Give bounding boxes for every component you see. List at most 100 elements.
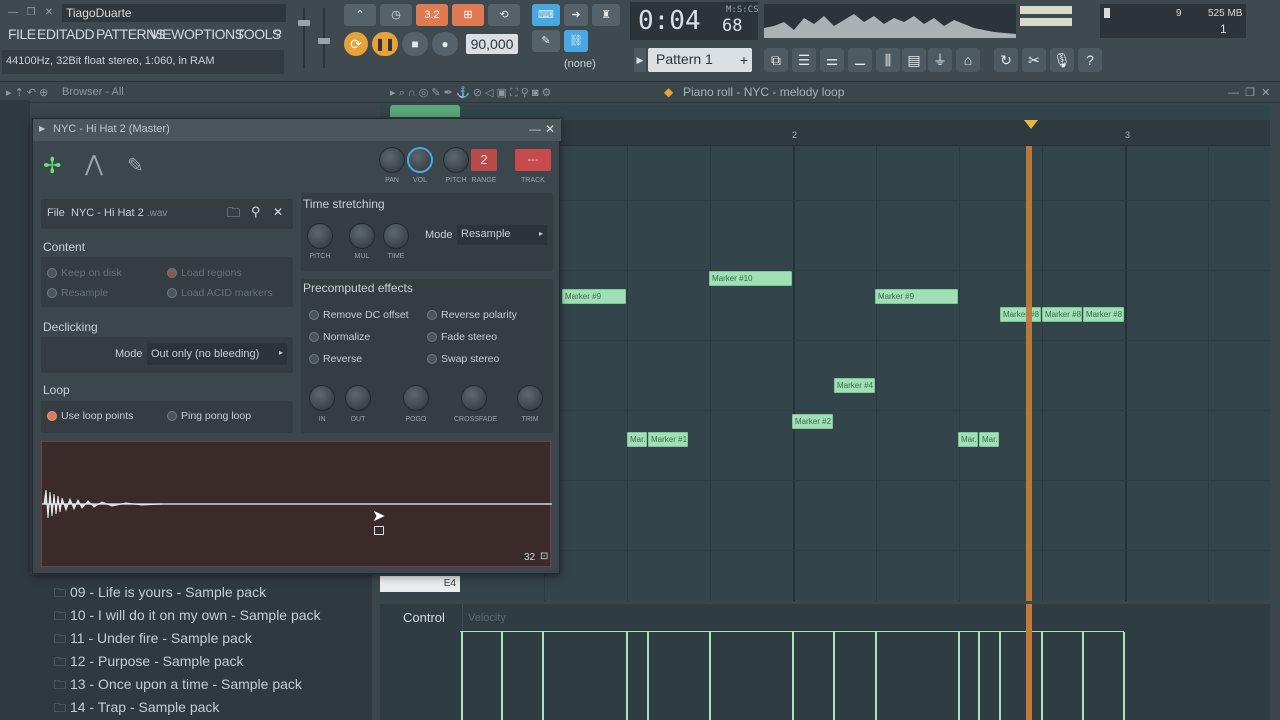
keep-on-disk-option[interactable]: Keep on disk [47,267,122,279]
pattern-song-toggle-icon[interactable]: ⟳ [344,32,368,56]
zoom-value[interactable]: 32 [524,552,535,563]
note-mar-b[interactable]: Mar. [958,432,978,447]
menu-view[interactable]: VIEW [150,26,184,44]
note-marker-8c[interactable]: Marker #8 [1083,307,1124,322]
note-marker-4[interactable]: Marker #4 [834,378,875,393]
piano-roll-tools-icons[interactable]: ▸ ⌕ ∩ ◎ ✎ ✒ ⚓ ⊘ ◁ ▣ ⛶ ⚲ ◙ ⚙ [390,86,551,100]
note-marker-2[interactable]: Marker #2 [792,414,833,429]
menu-options[interactable]: OPTIONS [184,26,244,44]
velocity-label[interactable]: Velocity [468,612,506,624]
velocity-bar[interactable] [1123,632,1125,720]
link-icon[interactable]: ⛓ [564,30,588,52]
in-knob[interactable] [309,385,335,411]
microphone-icon[interactable]: 🎙 [1050,48,1074,72]
master-pitch-slider[interactable] [318,8,330,68]
ts-pitch-knob[interactable] [307,223,333,249]
ts-time-knob[interactable] [383,223,409,249]
trim-knob[interactable] [517,385,543,411]
playhead[interactable] [1026,146,1032,601]
render-icon[interactable]: ✂ [1022,48,1046,72]
file-name[interactable]: NYC - Hi Hat 2 .wav [71,207,167,219]
velocity-bar[interactable] [709,632,711,720]
velocity-bar[interactable] [875,632,877,720]
help-icon[interactable]: ? [1078,48,1102,72]
velocity-bar[interactable] [792,632,794,720]
load-regions-option[interactable]: Load regions [167,267,242,279]
plugin-icon[interactable]: ⏚ [928,48,952,72]
metronome-icon[interactable]: ⌃ [344,4,376,26]
velocity-bar[interactable] [958,632,960,720]
menu-file[interactable]: FILE [8,26,36,44]
restore-icon[interactable]: ❐ [24,6,38,20]
close-icon[interactable]: ✕ [42,6,56,20]
loop-record-icon[interactable]: ⟲ [488,4,520,26]
sample-settings-window[interactable]: NYC - Hi Hat 2 (Master) ▶ — ✕ ✢ ⋀ ✎ PAN … [32,118,561,574]
browser-item-11[interactable]: 🗀 11 - Under fire - Sample pack [54,630,252,651]
note-marker-8a[interactable]: Marker #8 [1000,307,1041,322]
piano-roll-icon[interactable]: ☰ [792,48,816,72]
velocity-bar[interactable] [1082,632,1084,720]
user-name-field[interactable]: TiagoDuarte [62,4,286,22]
playhead-marker-icon[interactable] [1024,120,1038,129]
master-volume-slider[interactable] [298,8,310,68]
browser-item-10[interactable]: 🗀 10 - I will do it on my own - Sample pa… [54,607,321,628]
browser-item-09[interactable]: 🗀 09 - Life is yours - Sample pack [54,584,266,605]
stop-button[interactable]: ■ [402,32,428,56]
envelope-tab-icon[interactable]: ⋀ [85,151,103,177]
track-field[interactable]: --- [515,149,551,171]
normalize-option[interactable]: Normalize [309,331,370,343]
countdown-button[interactable]: 3.2 [416,4,448,26]
midi-input-none[interactable]: (none) [564,58,596,70]
pencil-icon[interactable]: ✎ [532,30,560,52]
playlist-icon[interactable]: ⧉ [764,48,788,72]
close-icon[interactable]: ✕ [545,122,555,136]
time-display[interactable]: 0:04 M:S:CS 68 [630,2,759,40]
arrow-right-icon[interactable]: ➜ [564,4,588,26]
range-field[interactable]: 2 [471,149,497,171]
note-mar-a[interactable]: Mar. [627,432,647,447]
velocity-bar[interactable] [1041,632,1043,720]
vol-knob[interactable] [407,147,433,173]
browser-nav-icons[interactable]: ▸ ⇡ ↶ ⊕ [6,86,48,99]
ping-pong-option[interactable]: Ping pong loop [167,410,251,422]
reverse-option[interactable]: Reverse [309,353,362,365]
undo-icon[interactable]: ↻ [994,48,1018,72]
pogo-knob[interactable] [403,385,429,411]
load-acid-option[interactable]: Load ACID markers [167,287,273,299]
multilink-icon[interactable]: ♜ [592,4,620,26]
note-marker-9a[interactable]: Marker #9 [562,289,626,304]
pitch-knob[interactable] [443,147,469,173]
remove-dc-option[interactable]: Remove DC offset [309,309,409,321]
mixer-icon[interactable]: ⚊ [848,48,872,72]
folder-open-icon[interactable]: 🗀 [227,204,240,226]
browser-item-12[interactable]: 🗀 12 - Purpose - Sample pack [54,653,244,674]
browser-label[interactable]: Browser - All [62,86,124,98]
ts-mul-knob[interactable] [349,223,375,249]
step-edit-icon[interactable]: ⊞ [452,4,484,26]
browser-item-14[interactable]: 🗀 14 - Trap - Sample pack [54,699,219,720]
tempo-field[interactable]: 90,000 [466,34,518,54]
piano-key-e4[interactable]: E4 [380,576,460,592]
note-marker-8b[interactable]: Marker #8 [1042,307,1082,322]
piano-roll-title[interactable]: Piano roll - NYC - melody loop [683,85,844,99]
minimize-icon[interactable]: — [6,6,20,20]
typing-keyboard-icon[interactable]: ⌨ [532,4,560,26]
note-mar-c[interactable]: Mar. [979,432,999,447]
resample-option[interactable]: Resample [47,287,108,299]
swap-stereo-option[interactable]: Swap stereo [427,353,499,365]
piano-roll-window-controls[interactable]: — ❐ ✕ [1228,86,1270,99]
menu-help[interactable]: ? [274,26,282,44]
fade-stereo-option[interactable]: Fade stereo [427,331,497,343]
velocity-bar[interactable] [542,632,544,720]
window-menu-icon[interactable]: ▶ [39,124,45,133]
ts-mode-select[interactable]: Resample ▸ [457,225,547,245]
menu-add[interactable]: ADD [66,26,95,44]
use-loop-points-option[interactable]: Use loop points [47,410,133,422]
wait-for-input-icon[interactable]: ◷ [380,4,412,26]
waveform-display[interactable]: ➤ 32 ⊡ [41,441,552,567]
declick-mode-select[interactable]: Out only (no bleeding) ▸ [147,343,287,365]
velocity-bar[interactable] [647,632,649,720]
reverse-polarity-option[interactable]: Reverse polarity [427,309,517,321]
pause-button[interactable]: ❚❚ [372,32,398,56]
velocity-bar[interactable] [978,632,980,720]
